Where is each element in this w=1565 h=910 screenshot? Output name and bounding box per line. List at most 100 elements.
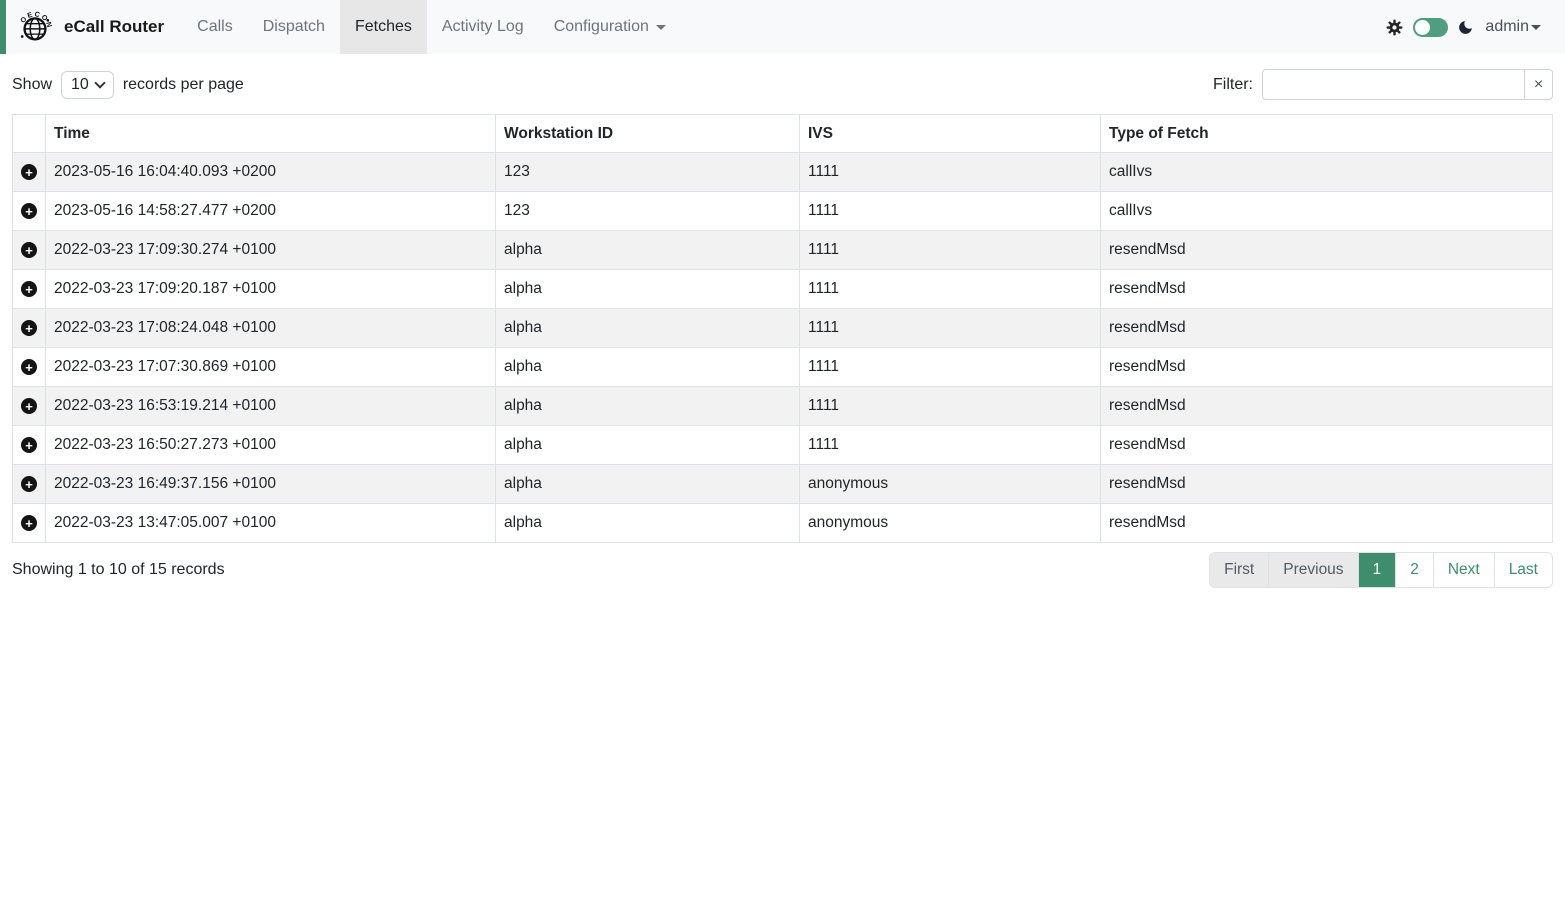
expand-cell: +: [13, 270, 46, 309]
time-cell: 2022-03-23 16:53:19.214 +0100: [46, 387, 496, 426]
globe-seal-logo-icon: OECON: [16, 8, 54, 46]
page-button-1[interactable]: 1: [1358, 553, 1396, 587]
expand-cell: +: [13, 231, 46, 270]
expand-cell: +: [13, 465, 46, 504]
workstation-id-cell: alpha: [496, 504, 800, 543]
table-row: +2022-03-23 17:07:30.869 +0100alpha1111r…: [13, 348, 1553, 387]
caret-down-icon: [656, 25, 666, 30]
nav-tab-configuration[interactable]: Configuration: [539, 0, 681, 54]
expand-cell: +: [13, 426, 46, 465]
ivs-cell: 1111: [800, 153, 1101, 192]
theme-toggle[interactable]: [1413, 18, 1448, 37]
column-header-time[interactable]: Time: [46, 115, 496, 153]
nav-tab-calls[interactable]: Calls: [182, 0, 248, 54]
admin-menu[interactable]: admin: [1483, 18, 1543, 36]
nav-tab-dispatch[interactable]: Dispatch: [248, 0, 340, 54]
table-body: +2023-05-16 16:04:40.093 +02001231111cal…: [13, 153, 1553, 543]
filter-input[interactable]: [1262, 69, 1525, 100]
time-cell: 2023-05-16 14:58:27.477 +0200: [46, 192, 496, 231]
page-size-select[interactable]: 10: [61, 71, 114, 99]
table-row: +2023-05-16 14:58:27.477 +02001231111cal…: [13, 192, 1553, 231]
navbar: OECON eCall Router Calls Dispatch Fetche…: [0, 0, 1565, 54]
table-row: +2022-03-23 17:09:30.274 +0100alpha1111r…: [13, 231, 1553, 270]
type-of-fetch-cell: resendMsd: [1101, 504, 1553, 543]
workstation-id-cell: alpha: [496, 426, 800, 465]
expand-row-button[interactable]: +: [21, 281, 37, 297]
expand-row-button[interactable]: +: [21, 242, 37, 258]
page-button-previous: Previous: [1268, 553, 1357, 587]
type-of-fetch-cell: resendMsd: [1101, 231, 1553, 270]
theme-toggle-knob: [1415, 20, 1430, 35]
clear-filter-button[interactable]: ×: [1524, 69, 1553, 100]
page-button-2[interactable]: 2: [1395, 553, 1433, 587]
ivs-cell: 1111: [800, 426, 1101, 465]
page-button-last[interactable]: Last: [1494, 553, 1552, 587]
time-cell: 2022-03-23 13:47:05.007 +0100: [46, 504, 496, 543]
ivs-cell: 1111: [800, 387, 1101, 426]
workstation-id-cell: 123: [496, 192, 800, 231]
expand-row-button[interactable]: +: [21, 359, 37, 375]
expand-row-button[interactable]: +: [21, 476, 37, 492]
page-button-first: First: [1210, 553, 1268, 587]
table-row: +2022-03-23 13:47:05.007 +0100alphaanony…: [13, 504, 1553, 543]
show-label: Show: [12, 76, 52, 94]
chevron-down-icon: [94, 77, 105, 88]
workstation-id-cell: alpha: [496, 231, 800, 270]
type-of-fetch-cell: resendMsd: [1101, 387, 1553, 426]
table-row: +2022-03-23 17:09:20.187 +0100alpha1111r…: [13, 270, 1553, 309]
nav-tab-configuration-label: Configuration: [554, 18, 649, 36]
expand-cell: +: [13, 504, 46, 543]
expand-cell: +: [13, 387, 46, 426]
caret-down-icon: [1531, 25, 1541, 30]
time-cell: 2022-03-23 17:07:30.869 +0100: [46, 348, 496, 387]
ivs-cell: 1111: [800, 270, 1101, 309]
time-cell: 2022-03-23 16:49:37.156 +0100: [46, 465, 496, 504]
column-header-ivs[interactable]: IVS: [800, 115, 1101, 153]
expand-cell: +: [13, 153, 46, 192]
filter-label: Filter:: [1213, 76, 1253, 94]
workstation-id-cell: alpha: [496, 465, 800, 504]
brand[interactable]: OECON eCall Router: [6, 0, 182, 54]
expand-row-button[interactable]: +: [21, 164, 37, 180]
ivs-cell: anonymous: [800, 504, 1101, 543]
expand-row-button[interactable]: +: [21, 320, 37, 336]
main-nav: Calls Dispatch Fetches Activity Log Conf…: [182, 0, 681, 54]
workstation-id-cell: 123: [496, 153, 800, 192]
type-of-fetch-cell: resendMsd: [1101, 309, 1553, 348]
expand-column-header: [13, 115, 46, 153]
admin-username: admin: [1485, 18, 1529, 36]
app-title: eCall Router: [64, 17, 164, 37]
table-footer: Showing 1 to 10 of 15 records FirstPrevi…: [0, 543, 1565, 597]
type-of-fetch-cell: resendMsd: [1101, 270, 1553, 309]
expand-row-button[interactable]: +: [21, 203, 37, 219]
records-per-page-label: records per page: [123, 76, 244, 94]
expand-row-button[interactable]: +: [21, 398, 37, 414]
time-cell: 2022-03-23 17:09:30.274 +0100: [46, 231, 496, 270]
expand-row-button[interactable]: +: [21, 515, 37, 531]
nav-tab-fetches[interactable]: Fetches: [340, 0, 427, 54]
workstation-id-cell: alpha: [496, 309, 800, 348]
column-header-type-of-fetch[interactable]: Type of Fetch: [1101, 115, 1553, 153]
crescent-moon-icon: [1457, 19, 1474, 36]
time-cell: 2022-03-23 17:08:24.048 +0100: [46, 309, 496, 348]
ivs-cell: 1111: [800, 348, 1101, 387]
table-toolbar: Show 10 records per page Filter: ×: [0, 54, 1565, 114]
time-cell: 2023-05-16 16:04:40.093 +0200: [46, 153, 496, 192]
expand-row-button[interactable]: +: [21, 437, 37, 453]
time-cell: 2022-03-23 17:09:20.187 +0100: [46, 270, 496, 309]
time-cell: 2022-03-23 16:50:27.273 +0100: [46, 426, 496, 465]
table-row: +2022-03-23 16:53:19.214 +0100alpha1111r…: [13, 387, 1553, 426]
expand-cell: +: [13, 192, 46, 231]
table-row: +2022-03-23 17:08:24.048 +0100alpha1111r…: [13, 309, 1553, 348]
table-row: +2022-03-23 16:50:27.273 +0100alpha1111r…: [13, 426, 1553, 465]
table-header: Time Workstation ID IVS Type of Fetch: [13, 115, 1553, 153]
gear-icon[interactable]: [1385, 18, 1404, 37]
workstation-id-cell: alpha: [496, 270, 800, 309]
column-header-workstation-id[interactable]: Workstation ID: [496, 115, 800, 153]
type-of-fetch-cell: resendMsd: [1101, 426, 1553, 465]
type-of-fetch-cell: callIvs: [1101, 153, 1553, 192]
type-of-fetch-cell: resendMsd: [1101, 348, 1553, 387]
nav-tab-activity-log[interactable]: Activity Log: [427, 0, 539, 54]
ivs-cell: 1111: [800, 192, 1101, 231]
page-button-next[interactable]: Next: [1433, 553, 1494, 587]
